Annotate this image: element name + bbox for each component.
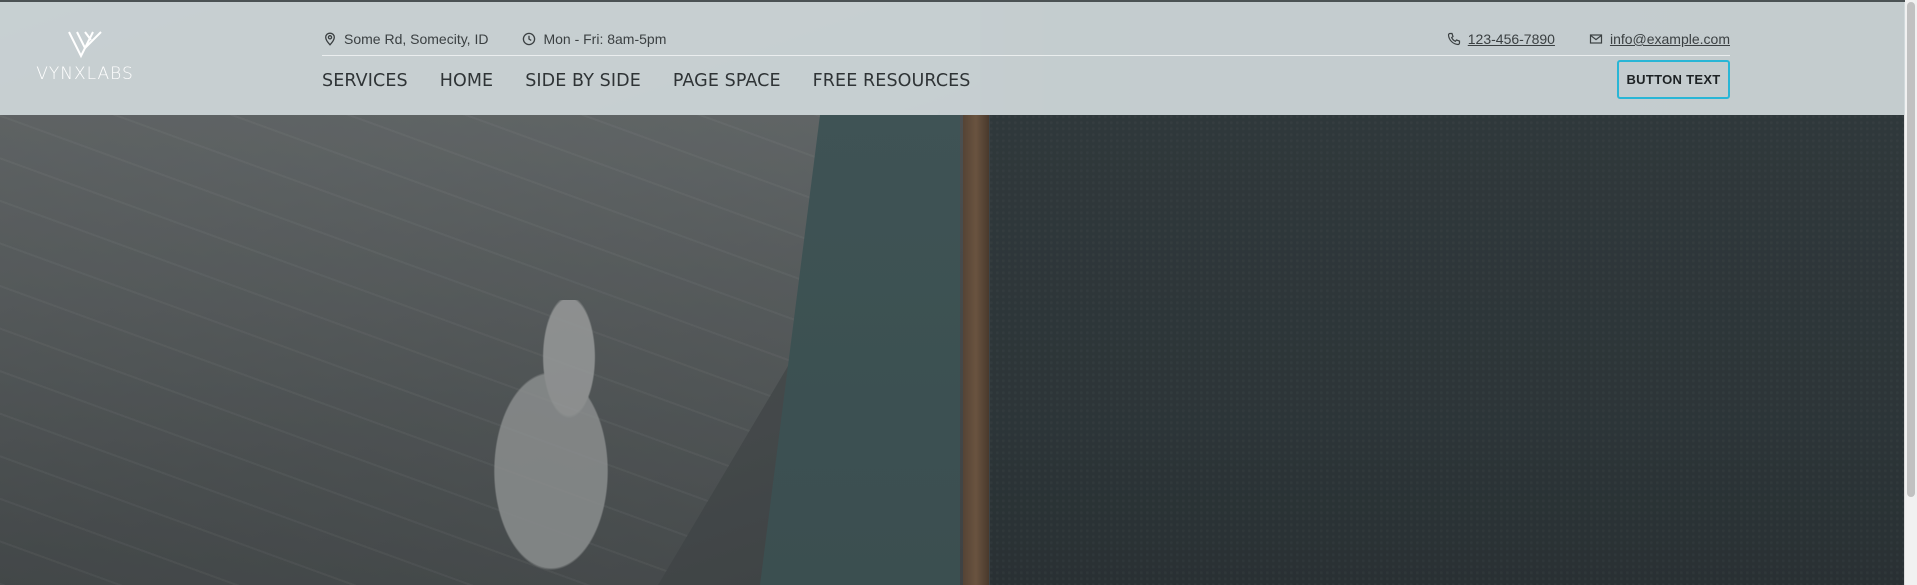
cta-button[interactable]: BUTTON TEXT bbox=[1617, 60, 1730, 99]
main-nav: SERVICES HOME SIDE BY SIDE PAGE SPACE FR… bbox=[322, 66, 971, 96]
nav-item-services[interactable]: SERVICES bbox=[322, 71, 408, 91]
nav-item-home[interactable]: HOME bbox=[440, 71, 494, 91]
mail-icon bbox=[1588, 31, 1604, 47]
email-link[interactable]: info@example.com bbox=[1610, 31, 1730, 47]
header-divider bbox=[322, 55, 1730, 56]
site-logo[interactable]: VYNXLABS bbox=[30, 30, 140, 90]
clock-icon bbox=[521, 31, 537, 47]
page-scrollbar[interactable] bbox=[1904, 0, 1917, 585]
address-text: Some Rd, Somecity, ID bbox=[344, 31, 489, 47]
logo-mark-icon bbox=[68, 31, 102, 59]
header-topbar: Some Rd, Somecity, ID Mon - Fri: 8am-5pm… bbox=[322, 24, 1730, 54]
nav-item-page-space[interactable]: PAGE SPACE bbox=[673, 71, 781, 91]
phone-link[interactable]: 123-456-7890 bbox=[1468, 31, 1555, 47]
map-pin-icon bbox=[322, 31, 338, 47]
logo-text: VYNXLABS bbox=[36, 64, 134, 84]
email-info: info@example.com bbox=[1588, 31, 1730, 47]
site-header: VYNXLABS Some Rd, Somecity, ID Mon - Fri… bbox=[0, 0, 1905, 115]
phone-icon bbox=[1446, 31, 1462, 47]
scrollbar-thumb[interactable] bbox=[1907, 2, 1915, 497]
hours-info: Mon - Fri: 8am-5pm bbox=[521, 31, 666, 47]
hours-text: Mon - Fri: 8am-5pm bbox=[543, 31, 667, 47]
phone-info: 123-456-7890 bbox=[1446, 31, 1555, 47]
nav-item-free-resources[interactable]: FREE RESOURCES bbox=[813, 71, 971, 91]
nav-item-side-by-side[interactable]: SIDE BY SIDE bbox=[525, 71, 641, 91]
address-info: Some Rd, Somecity, ID bbox=[322, 31, 488, 47]
